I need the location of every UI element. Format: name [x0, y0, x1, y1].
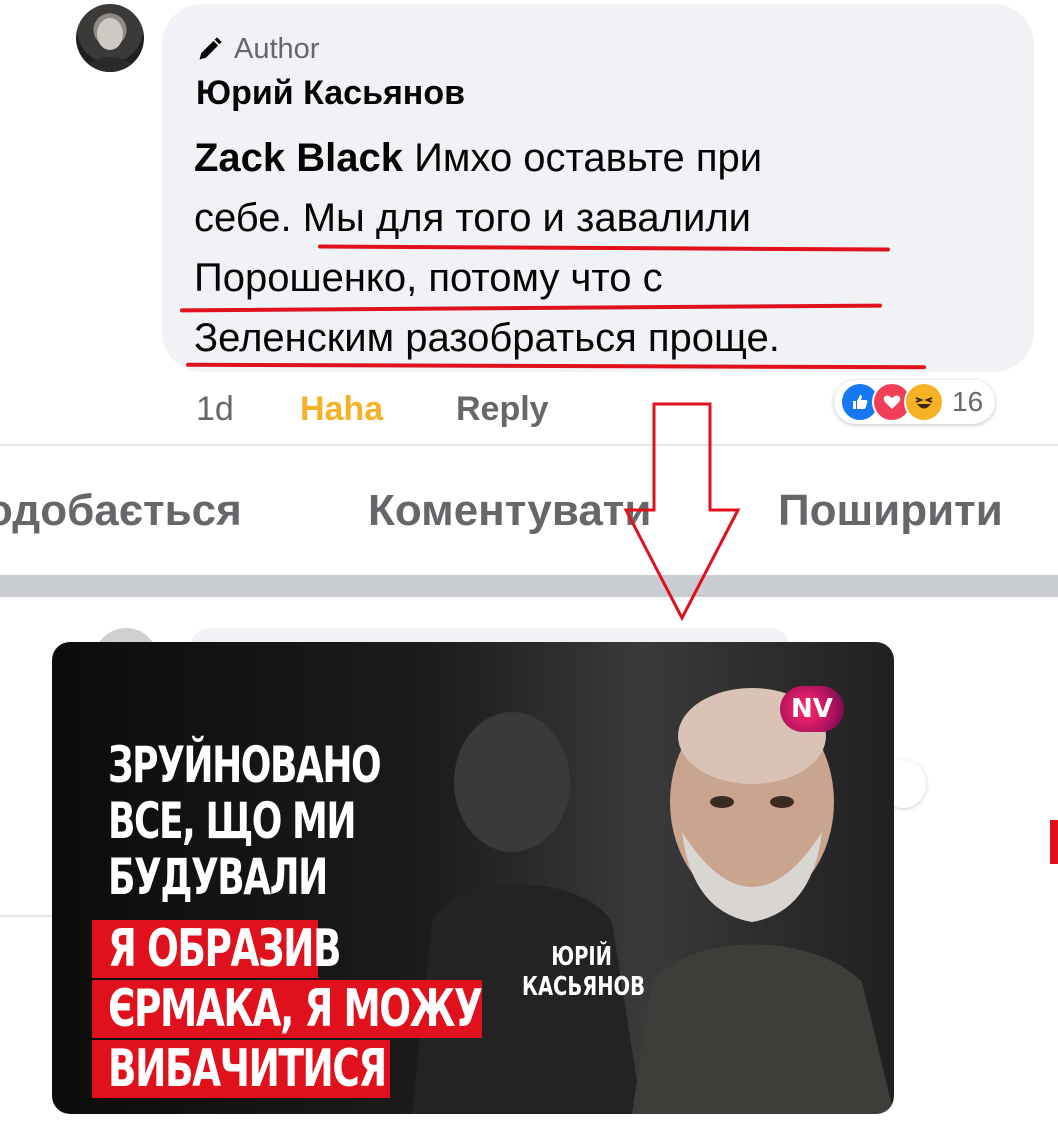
- comment-post-button[interactable]: Коментувати: [368, 486, 651, 536]
- avatar[interactable]: [76, 4, 144, 72]
- divider: [0, 915, 60, 917]
- reactions-summary[interactable]: 16: [834, 380, 996, 424]
- comment-author-name[interactable]: Юрий Касьянов: [196, 74, 465, 113]
- author-badge: Author: [196, 30, 319, 68]
- video-thumbnail[interactable]: NV ЗРУЙНОВАНО ВСЕ, ЩО МИ БУДУВАЛИ Я ОБРА…: [52, 642, 894, 1114]
- comment-text-line-1: Zack Black Имхо оставьте при: [194, 130, 762, 186]
- thumbnail-highlight-line: ЄРМАКА, Я МОЖУ: [108, 979, 483, 1039]
- feed-separator: [0, 575, 1058, 597]
- post-action-bar: одобається Коментувати Поширити: [0, 486, 1058, 542]
- haha-reaction-button[interactable]: Haha: [300, 390, 383, 429]
- haha-icon: [904, 382, 944, 422]
- speaker-photo: [632, 688, 894, 1114]
- comment-text-line-4: Зеленским разобраться проще.: [194, 316, 780, 360]
- speaker-caption: ЮРІЙ КАСЬЯНОВ: [522, 942, 645, 1002]
- mention-link[interactable]: Zack Black: [194, 136, 403, 180]
- thumbnail-title-line: ВСЕ, ЩО МИ: [108, 792, 357, 850]
- nv-logo: NV: [780, 686, 844, 732]
- like-post-button[interactable]: одобається: [0, 486, 242, 536]
- thumbnail-highlight-line: Я ОБРАЗИВ: [108, 919, 342, 979]
- thumbnail-highlight-line: ВИБАЧИТИСЯ: [108, 1039, 387, 1099]
- reply-button[interactable]: Reply: [456, 390, 549, 429]
- thumbnail-title-line: ЗРУЙНОВАНО: [108, 736, 382, 794]
- reaction-count: 16: [952, 386, 984, 417]
- thumbnail-title-line: БУДУВАЛИ: [108, 848, 328, 906]
- author-badge-label: Author: [234, 32, 320, 65]
- speaker-last-name: КАСЬЯНОВ: [522, 972, 645, 1002]
- comment-text-line-2: себе. Мы для того и завалили: [194, 196, 752, 240]
- annotation-arrow: [623, 402, 741, 622]
- comment-text-line-3: Порошенко, потому что с: [194, 256, 663, 300]
- share-post-button[interactable]: Поширити: [778, 486, 1003, 536]
- red-mark: [1050, 820, 1058, 864]
- comment-time[interactable]: 1d: [196, 390, 234, 429]
- comment-text: Имхо оставьте при: [403, 136, 763, 180]
- divider: [0, 444, 1058, 446]
- speaker-first-name: ЮРІЙ: [551, 942, 612, 972]
- pencil-icon: [199, 37, 222, 60]
